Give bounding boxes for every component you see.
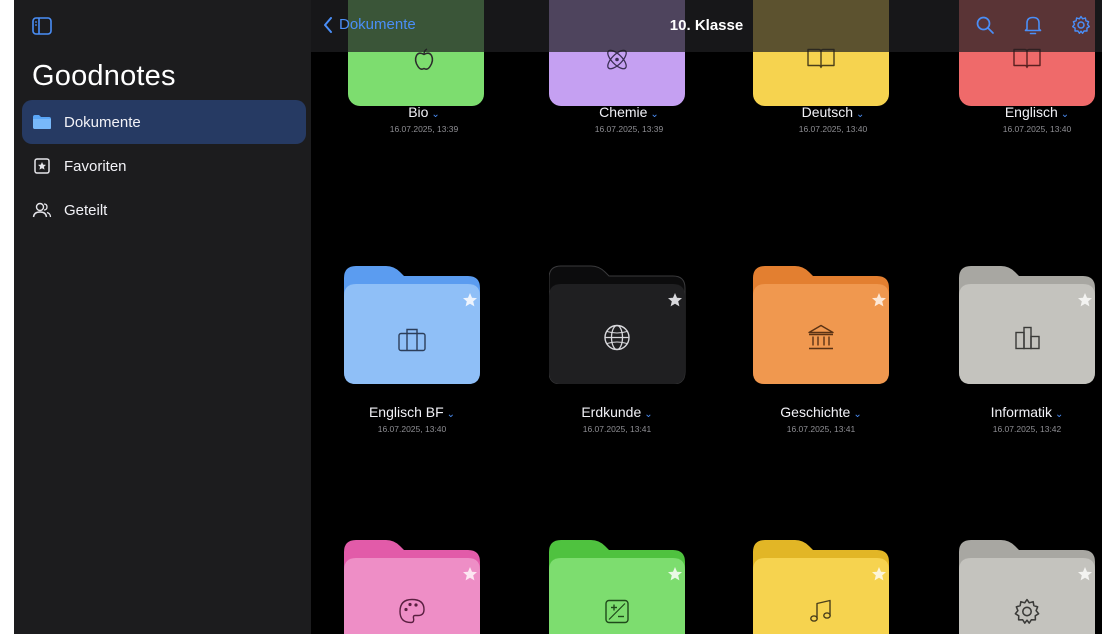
star-icon[interactable] (1077, 292, 1093, 313)
chevron-down-icon: ⌄ (1055, 409, 1064, 420)
folder-date: 16.07.2025, 13:40 (798, 124, 868, 134)
folder-mathe[interactable] (549, 538, 709, 634)
star-icon[interactable] (667, 566, 683, 587)
folder-date: 16.07.2025, 13:41 (582, 424, 652, 434)
search-icon[interactable] (974, 14, 996, 36)
briefcase-icon (397, 327, 427, 358)
sidebar-nav: Dokumente Favoriten Geteilt (22, 100, 306, 232)
folder-shape (753, 264, 913, 384)
star-icon[interactable] (462, 292, 478, 313)
chevron-down-icon: ⌄ (650, 109, 659, 120)
bookmark-star-icon (32, 156, 52, 176)
folder-date: 16.07.2025, 13:40 (1002, 124, 1072, 134)
sidebar-item-label: Favoriten (64, 157, 127, 175)
globe-icon (602, 323, 632, 358)
chevron-down-icon: ⌄ (644, 409, 653, 420)
folder-date: 16.07.2025, 13:40 (377, 424, 447, 434)
gear-icon[interactable] (1070, 14, 1092, 36)
chevron-down-icon: ⌄ (853, 409, 862, 420)
plus-minus-icon (603, 598, 631, 631)
folder-name[interactable]: Englisch BF ⌄ (320, 404, 504, 420)
star-icon[interactable] (871, 566, 887, 587)
gear-icon (1013, 598, 1041, 631)
folder-date: 16.07.2025, 13:42 (992, 424, 1062, 434)
museum-icon (806, 323, 836, 358)
bell-icon[interactable] (1022, 14, 1044, 36)
palette-icon (397, 597, 427, 632)
main-content: Dokumente 10. Klasse Bio ⌄ 16.07.2025, 13… (311, 0, 1102, 634)
music-note-icon (807, 598, 835, 631)
people-icon (32, 200, 52, 220)
chevron-down-icon: ⌄ (1060, 109, 1070, 120)
back-button[interactable]: Dokumente (323, 16, 416, 33)
top-navigation-bar: Dokumente 10. Klasse (311, 0, 1102, 52)
folder-shape (753, 538, 913, 634)
sidebar-item-geteilt[interactable]: Geteilt (22, 188, 306, 232)
star-icon[interactable] (462, 566, 478, 587)
folder-erdkunde[interactable]: Erdkunde ⌄ 16.07.2025, 13:41 (548, 264, 709, 434)
star-icon[interactable] (871, 292, 887, 313)
sidebar: Goodnotes Dokumente Favoriten Geteilt (14, 0, 311, 634)
folder-kunst[interactable] (344, 538, 504, 634)
chevron-down-icon: ⌄ (446, 409, 456, 420)
folder-shape (957, 264, 1102, 384)
folder-englisch-bf[interactable]: Englisch BF ⌄ 16.07.2025, 13:40 (344, 264, 504, 434)
buildings-icon (1012, 325, 1042, 356)
star-icon[interactable] (1077, 566, 1093, 587)
folder-shape (549, 538, 709, 634)
chevron-left-icon (324, 16, 332, 33)
folder-geschichte[interactable]: Geschichte ⌄ 16.07.2025, 13:41 (753, 264, 913, 434)
app-title: Goodnotes (32, 60, 176, 92)
folder-name[interactable]: Geschichte ⌄ (729, 404, 913, 420)
sidebar-item-dokumente[interactable]: Dokumente (22, 100, 306, 144)
sidebar-item-label: Geteilt (64, 201, 108, 219)
folder-date: 16.07.2025, 13:41 (786, 424, 856, 434)
toolbar-actions (948, 14, 1092, 36)
folder-icon (32, 112, 52, 132)
folder-date: 16.07.2025, 13:39 (594, 124, 664, 134)
sidebar-toggle-icon[interactable] (32, 17, 52, 35)
star-icon[interactable] (667, 292, 683, 313)
folder-shape (344, 264, 504, 384)
folder-name[interactable]: Informatik ⌄ (937, 404, 1102, 420)
folder-technik[interactable] (957, 538, 1102, 634)
folder-musik[interactable] (753, 538, 913, 634)
back-button-label: Dokumente (339, 16, 416, 33)
folder-shape (957, 538, 1102, 634)
sidebar-item-favoriten[interactable]: Favoriten (22, 144, 306, 188)
window-edge (0, 0, 14, 634)
chevron-down-icon: ⌄ (431, 109, 440, 120)
folder-shape (344, 538, 504, 634)
folder-shape (548, 264, 709, 385)
chevron-down-icon: ⌄ (855, 109, 865, 120)
folder-name[interactable]: Erdkunde ⌄ (525, 404, 709, 420)
folder-date: 16.07.2025, 13:39 (389, 124, 459, 134)
folder-informatik[interactable]: Informatik ⌄ 16.07.2025, 13:42 (957, 264, 1102, 434)
sidebar-item-label: Dokumente (64, 113, 141, 131)
